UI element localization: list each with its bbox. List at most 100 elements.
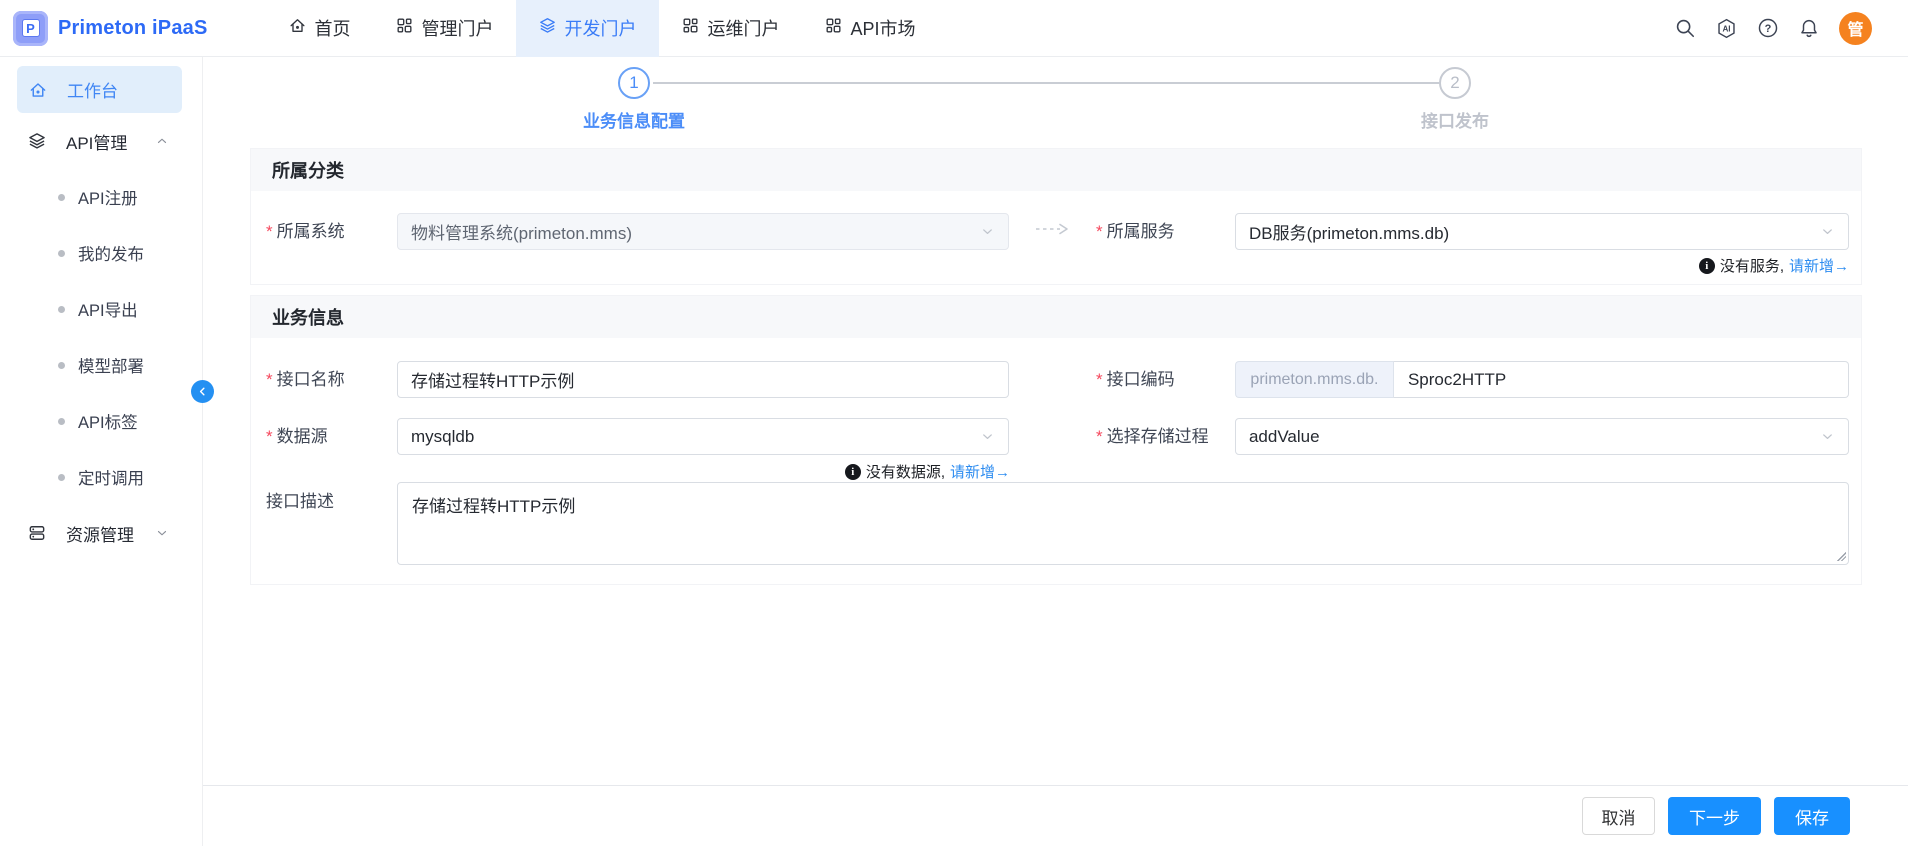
sidebar-item-label: 定时调用 [78, 465, 144, 489]
procedure-select-value: addValue [1249, 427, 1320, 447]
sidebar-item-label: 资源管理 [66, 521, 134, 546]
footer-actions: 取消 下一步 保存 [203, 785, 1908, 846]
service-label: 所属服务 [1096, 213, 1235, 250]
home-icon [288, 16, 307, 40]
info-icon [845, 464, 861, 480]
description-textarea[interactable]: 存储过程转HTTP示例 [397, 482, 1849, 565]
nav-item-label: API市场 [851, 15, 916, 41]
steps-indicator: 1 业务信息配置 2 接口发布 [203, 57, 1908, 192]
procedure-select[interactable]: addValue [1235, 418, 1849, 455]
chevron-down-icon [155, 526, 169, 540]
sidebar-item-label: API注册 [78, 185, 138, 209]
svg-text:?: ? [1765, 23, 1772, 35]
nav-item-api-market[interactable]: API市场 [802, 0, 938, 57]
hint-text: 没有服务, [1720, 255, 1784, 276]
hint-text: 没有数据源, [866, 461, 945, 482]
svg-text:AI: AI [1722, 24, 1730, 33]
sidebar-item-resource-management[interactable]: 资源管理 [0, 505, 202, 561]
step-2: 2 接口发布 [1335, 67, 1575, 132]
grid-icon [681, 16, 700, 40]
chevron-up-icon [155, 134, 169, 148]
sidebar-item-label: 模型部署 [78, 353, 144, 377]
api-name-label: 接口名称 [266, 361, 397, 398]
step-1-circle: 1 [618, 67, 650, 99]
procedure-label: 选择存储过程 [1096, 418, 1235, 455]
sidebar-collapse-toggle[interactable] [191, 380, 214, 403]
next-step-button[interactable]: 下一步 [1668, 797, 1761, 835]
no-datasource-hint: 没有数据源,请新增→ [845, 461, 1010, 482]
save-button[interactable]: 保存 [1774, 797, 1850, 835]
description-label: 接口描述 [266, 482, 397, 512]
chevron-down-icon [1820, 429, 1835, 444]
api-code-label: 接口编码 [1096, 361, 1235, 398]
main-content: 1 业务信息配置 2 接口发布 所属分类 所属系统 物料管理系统(primeto… [203, 57, 1908, 785]
step-connector [653, 82, 1439, 84]
nav-item-home[interactable]: 首页 [266, 0, 373, 57]
nav-item-admin-portal[interactable]: 管理门户 [373, 0, 516, 57]
sidebar-item-label: API管理 [66, 129, 127, 154]
system-select-value: 物料管理系统(primeton.mms) [411, 219, 632, 244]
bullet-icon [58, 194, 65, 201]
nav-item-dev-portal[interactable]: 开发门户 [516, 0, 659, 57]
sidebar-item-my-publish[interactable]: 我的发布 [0, 225, 202, 281]
brand-logo-icon: P [13, 11, 48, 46]
api-code-prefix: primeton.mms.db. [1235, 361, 1393, 398]
layers-icon [27, 131, 47, 151]
service-select-value: DB服务(primeton.mms.db) [1249, 219, 1449, 244]
datasource-label: 数据源 [266, 418, 397, 455]
sidebar-item-label: 工作台 [67, 77, 118, 102]
system-label: 所属系统 [266, 213, 397, 250]
help-icon[interactable]: ? [1757, 17, 1779, 39]
chevron-left-icon [196, 385, 209, 398]
sidebar-item-api-register[interactable]: API注册 [0, 169, 202, 225]
brand-logo-letter: P [22, 19, 40, 37]
nav-item-label: 首页 [315, 15, 351, 41]
api-name-input[interactable] [397, 361, 1009, 398]
datasource-select[interactable]: mysqldb [397, 418, 1009, 455]
cancel-button[interactable]: 取消 [1582, 797, 1655, 835]
nav-item-ops-portal[interactable]: 运维门户 [659, 0, 802, 57]
brand-name: Primeton iPaaS [58, 17, 208, 40]
bullet-icon [58, 418, 65, 425]
primeton-ipaas-app: P Primeton iPaaS 首页 管理门户 开发门户 [0, 0, 1908, 846]
info-icon [1699, 258, 1715, 274]
brand[interactable]: P Primeton iPaaS [0, 11, 208, 46]
chevron-down-icon [980, 429, 995, 444]
bullet-icon [58, 250, 65, 257]
top-navbar: P Primeton iPaaS 首页 管理门户 开发门户 [0, 0, 1908, 57]
sidebar-item-scheduled-call[interactable]: 定时调用 [0, 449, 202, 505]
dashed-arrow-icon [1035, 222, 1071, 241]
grid-icon [824, 16, 843, 40]
user-avatar[interactable]: 管 [1839, 12, 1872, 45]
layers-icon [538, 16, 557, 40]
section-business: 业务信息 接口名称 接口编码 primeton.mms.db. [250, 295, 1862, 585]
bullet-icon [58, 362, 65, 369]
sidebar-item-model-deploy[interactable]: 模型部署 [0, 337, 202, 393]
service-select[interactable]: DB服务(primeton.mms.db) [1235, 213, 1849, 250]
sidebar-item-label: API导出 [78, 297, 138, 321]
sidebar-item-workbench[interactable]: 工作台 [17, 66, 182, 113]
bullet-icon [58, 474, 65, 481]
notification-bell-icon[interactable] [1798, 17, 1820, 39]
step-2-circle: 2 [1439, 67, 1471, 99]
sidebar-item-api-export[interactable]: API导出 [0, 281, 202, 337]
system-select[interactable]: 物料管理系统(primeton.mms) [397, 213, 1009, 250]
primary-nav: 首页 管理门户 开发门户 运维门户 [266, 0, 938, 57]
add-service-link[interactable]: 请新增→ [1789, 255, 1849, 276]
no-service-hint: 没有服务,请新增→ [1699, 255, 1849, 276]
step-1-label: 业务信息配置 [514, 107, 754, 132]
nav-item-label: 管理门户 [422, 15, 494, 41]
api-code-group: primeton.mms.db. [1235, 361, 1849, 398]
nav-item-label: 开发门户 [565, 15, 637, 41]
sidebar-item-api-tags[interactable]: API标签 [0, 393, 202, 449]
sidebar-item-api-management[interactable]: API管理 [0, 113, 202, 169]
search-icon[interactable] [1674, 17, 1696, 39]
ai-assistant-icon[interactable]: AI [1715, 17, 1738, 40]
api-code-input[interactable] [1393, 361, 1849, 398]
grid-icon [395, 16, 414, 40]
add-datasource-link[interactable]: 请新增→ [950, 461, 1010, 482]
sidebar-item-label: 我的发布 [78, 241, 144, 265]
bullet-icon [58, 306, 65, 313]
chevron-down-icon [980, 224, 995, 239]
step-1: 1 业务信息配置 [514, 67, 754, 132]
